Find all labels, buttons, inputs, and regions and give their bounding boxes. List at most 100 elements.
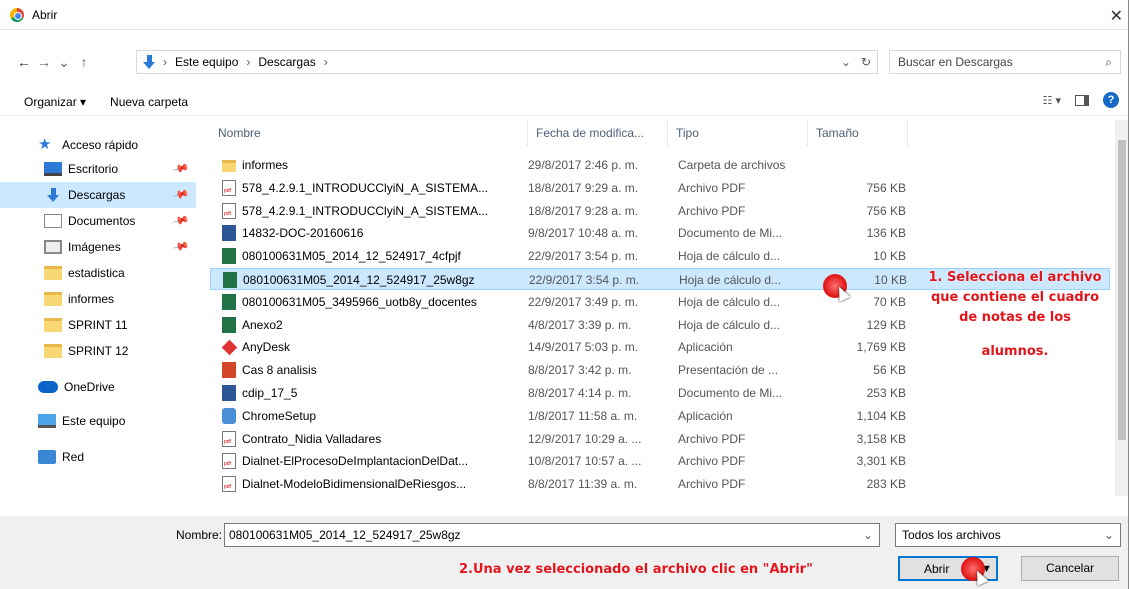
refresh-icon[interactable]: ↻: [861, 55, 871, 69]
file-date: 22/9/2017 3:49 p. m.: [528, 294, 639, 309]
view-options-icon[interactable]: ☷ ▾: [1043, 94, 1061, 107]
sidebar-item-este-equipo[interactable]: Este equipo: [0, 408, 196, 434]
file-row[interactable]: cdip_17_5 8/8/2017 4:14 p. m. Documento de…: [210, 382, 1110, 404]
chevron-down-icon[interactable]: ⌄: [863, 524, 873, 546]
file-size: 3,158 KB: [856, 431, 906, 446]
file-row[interactable]: 578_4.2.9.1_INTRODUCClyiN_A_SISTEMA... 18…: [210, 200, 1110, 222]
breadcrumb-este-equipo[interactable]: Este equipo: [175, 55, 238, 69]
documents-icon: [44, 214, 62, 228]
search-icon: ⌕: [1105, 55, 1112, 69]
file-row[interactable]: ChromeSetup 1/8/2017 11:58 a. m. Aplicació…: [210, 405, 1110, 427]
help-icon[interactable]: ?: [1103, 92, 1119, 108]
pdf-file-icon: [222, 476, 236, 493]
preview-pane-icon[interactable]: [1075, 94, 1089, 106]
sidebar-item-sprint-12[interactable]: SPRINT 12: [0, 338, 196, 364]
file-size: 3,301 KB: [856, 454, 906, 469]
file-size: 253 KB: [866, 386, 906, 400]
pictures-icon: [44, 240, 62, 254]
file-row[interactable]: Dialnet-ModeloBidimensionalDeRiesgos... 8…: [210, 473, 1110, 495]
sidebar-item-onedrive[interactable]: OneDrive: [0, 374, 196, 400]
path-field[interactable]: › Este equipo › Descargas › ⌄ ↻: [136, 50, 878, 74]
folder-icon: [44, 292, 62, 306]
file-row[interactable]: Contrato_Nidia Valladares 12/9/2017 10:29…: [210, 428, 1110, 450]
column-header-size[interactable]: Tamaño: [808, 120, 908, 146]
command-bar: Organizar ▾ Nueva carpeta ☷ ▾ ?: [0, 88, 1129, 116]
file-type: Archivo PDF: [678, 180, 746, 195]
column-header-date[interactable]: Fecha de modifica...: [528, 120, 668, 146]
file-type: Aplicación: [678, 340, 733, 355]
sidebar-item-documentos[interactable]: Documentos 📌: [0, 208, 196, 234]
file-date: 12/9/2017 10:29 a. ...: [528, 431, 642, 446]
sidebar-item-estadistica[interactable]: estadistica: [0, 260, 196, 286]
file-date: 8/8/2017 11:39 a. m.: [528, 477, 638, 492]
file-type: Archivo PDF: [678, 454, 746, 469]
dialog-footer: Nombre: 080100631M05_2014_12_524917_25w8…: [0, 516, 1129, 589]
sidebar-item-imagenes[interactable]: Imágenes 📌: [0, 234, 196, 260]
column-header-type[interactable]: Tipo: [668, 120, 808, 146]
pin-icon: 📌: [171, 238, 190, 256]
file-name: 080100631M05_2014_12_524917_25w8gz: [243, 273, 475, 287]
file-type: Carpeta de archivos: [678, 158, 786, 172]
file-date: 18/8/2017 9:28 a. m.: [528, 203, 639, 218]
file-date: 4/8/2017 3:39 p. m.: [528, 317, 632, 332]
file-date: 8/8/2017 4:14 p. m.: [528, 386, 632, 400]
sidebar-item-quick-access[interactable]: ★ Acceso rápido: [0, 132, 196, 158]
path-dropdown-icon[interactable]: ⌄: [841, 55, 851, 69]
network-icon: [38, 450, 56, 464]
file-type-select[interactable]: Todos los archivos ⌄: [895, 523, 1121, 547]
sidebar-item-escritorio[interactable]: Escritorio 📌: [0, 156, 196, 182]
file-size: 756 KB: [866, 180, 906, 195]
file-name: Dialnet-ElProcesoDeImplantacionDelDat...: [242, 454, 469, 469]
search-input[interactable]: Buscar en Descargas ⌕: [889, 50, 1121, 74]
file-date: 22/9/2017 3:54 p. m.: [528, 249, 639, 264]
file-name: 578_4.2.9.1_INTRODUCClyiN_A_SISTEMA...: [242, 203, 489, 218]
sidebar-item-informes[interactable]: informes: [0, 286, 196, 312]
file-type: Hoja de cálculo d...: [679, 273, 782, 287]
pdf-file-icon: [222, 430, 236, 447]
file-row[interactable]: informes 29/8/2017 2:46 p. m. Carpeta de a…: [210, 154, 1110, 176]
file-row[interactable]: Cas 8 analisis 8/8/2017 3:42 p. m. Present…: [210, 359, 1110, 381]
file-row[interactable]: 578_4.2.9.1_INTRODUCClyiN_A_SISTEMA... 18…: [210, 177, 1110, 199]
file-name-input[interactable]: 080100631M05_2014_12_524917_25w8gz ⌄: [224, 523, 880, 547]
file-type: Archivo PDF: [678, 477, 746, 492]
cancel-button[interactable]: Cancelar: [1021, 556, 1119, 581]
file-date: 10/8/2017 10:57 a. ...: [528, 454, 642, 469]
chevron-down-icon: ⌄: [1103, 528, 1114, 542]
file-size: 1,769 KB: [856, 340, 906, 355]
file-name: cdip_17_5: [242, 386, 298, 400]
folder-icon: [44, 344, 62, 358]
file-date: 8/8/2017 3:42 p. m.: [528, 363, 632, 378]
pdf-file-icon: [222, 453, 236, 470]
new-folder-button[interactable]: Nueva carpeta: [110, 95, 188, 109]
xls-file-icon: [223, 272, 237, 288]
file-size: 70 KB: [873, 294, 906, 309]
sidebar-item-red[interactable]: Red: [0, 444, 196, 470]
file-size: 136 KB: [866, 226, 906, 241]
up-arrow-icon[interactable]: ↑: [74, 54, 94, 70]
file-row[interactable]: 080100631M05_2014_12_524917_4cfpjf 22/9/2…: [210, 245, 1110, 267]
folder-icon: [44, 266, 62, 280]
recent-dropdown-icon[interactable]: ⌄: [54, 54, 74, 71]
pdf-file-icon: [222, 179, 236, 196]
sidebar-item-sprint-11[interactable]: SPRINT 11: [0, 312, 196, 338]
file-type: Aplicación: [678, 408, 733, 423]
forward-arrow-icon[interactable]: →: [34, 54, 54, 70]
annotation-step-1: 1. Selecciona el archivo que contiene el…: [928, 270, 1102, 325]
sidebar-item-descargas[interactable]: Descargas 📌: [0, 182, 196, 208]
xls-file-icon: [222, 248, 236, 265]
back-arrow-icon[interactable]: ←: [14, 54, 34, 70]
file-name: 14832-DOC-20160616: [242, 226, 364, 241]
file-row[interactable]: 14832-DOC-20160616 9/8/2017 10:48 a. m. Do…: [210, 222, 1110, 244]
organize-button[interactable]: Organizar ▾: [24, 95, 86, 109]
file-row[interactable]: Dialnet-ElProcesoDeImplantacionDelDat...…: [210, 450, 1110, 472]
column-header-name[interactable]: Nombre: [210, 120, 528, 146]
file-size: 129 KB: [866, 317, 906, 332]
file-type: Documento de Mi...: [678, 226, 783, 241]
breadcrumb-descargas[interactable]: Descargas: [258, 55, 315, 69]
file-name: Anexo2: [242, 317, 283, 332]
close-icon[interactable]: ✕: [1110, 6, 1123, 26]
setup-file-icon: [222, 407, 236, 424]
file-name: informes: [242, 158, 289, 172]
file-size: 10 KB: [873, 249, 906, 264]
file-size: 1,104 KB: [856, 408, 906, 423]
